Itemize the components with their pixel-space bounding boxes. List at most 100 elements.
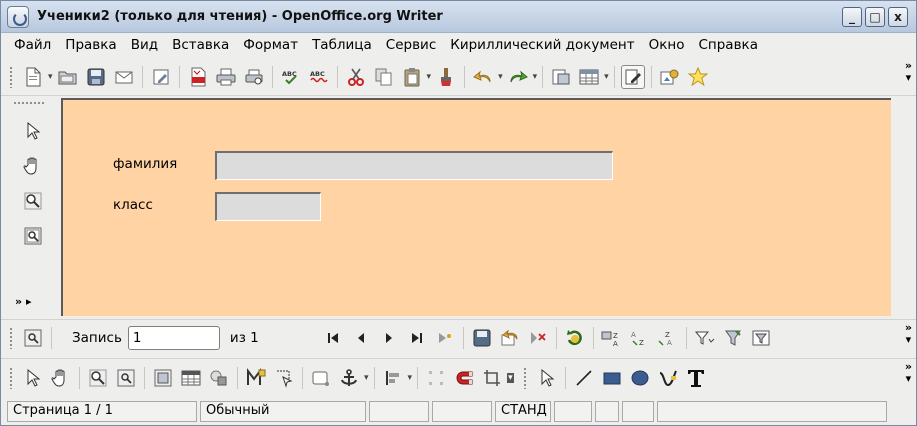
save-icon[interactable]: [84, 65, 108, 89]
autofilter-icon[interactable]: [693, 326, 717, 350]
toolbar-grip[interactable]: [522, 366, 527, 389]
align-icon[interactable]: [381, 366, 405, 390]
autospellcheck-icon[interactable]: ABC: [307, 65, 331, 89]
menu-insert[interactable]: Вставка: [165, 37, 236, 53]
undo-dropdown-icon[interactable]: ▾: [498, 72, 503, 82]
status-insert-mode[interactable]: [432, 401, 492, 422]
surname-field[interactable]: [215, 151, 613, 180]
text-icon[interactable]: [684, 366, 708, 390]
crop-icon[interactable]: [480, 366, 504, 390]
menu-format[interactable]: Формат: [236, 37, 305, 53]
points-icon[interactable]: [424, 366, 448, 390]
standard-filter-icon[interactable]: [749, 326, 773, 350]
menu-table[interactable]: Таблица: [305, 37, 379, 53]
menu-tools[interactable]: Сервис: [379, 37, 443, 53]
toolbar-overflow-icon[interactable]: » ▸: [15, 295, 31, 308]
frame-icon[interactable]: [309, 366, 333, 390]
gallery-icon[interactable]: [658, 65, 682, 89]
star-icon[interactable]: [686, 65, 710, 89]
select-arrow-icon[interactable]: [535, 366, 559, 390]
edit-file-icon[interactable]: [149, 65, 173, 89]
menu-window[interactable]: Окно: [642, 37, 692, 53]
openoffice-app-icon[interactable]: [7, 5, 29, 28]
toolbar-grip[interactable]: [9, 366, 13, 389]
redo-icon[interactable]: [506, 65, 530, 89]
hand-icon[interactable]: [49, 366, 73, 390]
toolbar-overflow-icon[interactable]: » ▾: [905, 322, 912, 346]
copy-icon[interactable]: [372, 65, 396, 89]
status-selection-mode[interactable]: СТАНД: [495, 401, 551, 422]
class-field[interactable]: [215, 192, 321, 221]
table-dropdown-icon[interactable]: ▾: [604, 72, 609, 82]
new-dropdown-icon[interactable]: ▾: [48, 72, 53, 82]
status-page-style[interactable]: Обычный: [200, 401, 366, 422]
status-object-info[interactable]: [622, 401, 654, 422]
maximize-button[interactable]: □: [865, 7, 885, 27]
title-bar[interactable]: Ученики2 (только для чтения) - OpenOffic…: [1, 1, 916, 33]
delete-record-icon[interactable]: [526, 326, 550, 350]
table-icon[interactable]: [179, 366, 203, 390]
curve-icon[interactable]: [656, 366, 680, 390]
anchor-icon[interactable]: [337, 366, 361, 390]
select-arrow-icon[interactable]: [21, 119, 45, 143]
hand-icon[interactable]: [21, 154, 45, 178]
status-zoom[interactable]: [657, 401, 887, 422]
table-icon[interactable]: [577, 65, 601, 89]
redo-dropdown-icon[interactable]: ▾: [533, 72, 538, 82]
toolbar-overflow-icon[interactable]: » ▾: [905, 60, 912, 84]
status-modified[interactable]: [554, 401, 592, 422]
first-record-icon[interactable]: [321, 326, 345, 350]
apply-filter-icon[interactable]: [721, 326, 745, 350]
menu-cyrillic-document[interactable]: Кириллический документ: [443, 37, 641, 53]
toolbar-grip[interactable]: [13, 101, 45, 105]
print-icon[interactable]: [214, 65, 238, 89]
menu-help[interactable]: Справка: [691, 37, 764, 53]
toolbar-grip[interactable]: [9, 326, 13, 349]
close-button[interactable]: x: [888, 7, 908, 27]
menu-view[interactable]: Вид: [124, 37, 165, 53]
zoom-icon[interactable]: [21, 189, 45, 213]
refresh-icon[interactable]: [563, 326, 587, 350]
paste-dropdown-icon[interactable]: ▾: [427, 72, 432, 82]
select-icon[interactable]: [21, 366, 45, 390]
save-record-icon[interactable]: [470, 326, 494, 350]
new-record-icon[interactable]: [433, 326, 457, 350]
open-folder-icon[interactable]: [56, 65, 80, 89]
new-document-icon[interactable]: [21, 65, 45, 89]
prev-record-icon[interactable]: [349, 326, 373, 350]
wrap-icon[interactable]: [244, 366, 268, 390]
sort-descending-icon[interactable]: AZ: [628, 326, 652, 350]
picture-icon[interactable]: [151, 366, 175, 390]
cut-icon[interactable]: [344, 65, 368, 89]
print-preview-icon[interactable]: [242, 65, 266, 89]
format-paintbrush-icon[interactable]: [434, 65, 458, 89]
document-page[interactable]: фамилия класс: [61, 98, 891, 316]
anchor-dropdown-icon[interactable]: ▾: [364, 373, 369, 383]
toolbar-grip[interactable]: [9, 65, 13, 88]
undo-record-icon[interactable]: [498, 326, 522, 350]
record-number-input[interactable]: [127, 325, 220, 350]
paste-icon[interactable]: [400, 65, 424, 89]
menu-file[interactable]: Файл: [7, 37, 58, 53]
undo-icon[interactable]: [471, 65, 495, 89]
status-page[interactable]: Страница 1 / 1: [7, 401, 197, 422]
navigator-icon[interactable]: [549, 65, 573, 89]
magnet-icon[interactable]: [452, 366, 476, 390]
menu-edit[interactable]: Правка: [58, 37, 123, 53]
rectangle-icon[interactable]: [600, 366, 624, 390]
group-icon[interactable]: [207, 366, 231, 390]
draw-functions-icon[interactable]: [620, 64, 645, 89]
status-language[interactable]: [369, 401, 429, 422]
line-icon[interactable]: [572, 366, 596, 390]
export-pdf-icon[interactable]: [186, 65, 210, 89]
contour-icon[interactable]: [272, 366, 296, 390]
form-zoom-icon[interactable]: [21, 326, 45, 350]
last-record-icon[interactable]: [405, 326, 429, 350]
form-zoom-icon[interactable]: [114, 366, 138, 390]
form-zoom-icon[interactable]: [21, 224, 45, 248]
sort-ascending-icon[interactable]: ZA: [600, 326, 624, 350]
align-dropdown-icon[interactable]: ▾: [408, 373, 413, 383]
spellcheck-icon[interactable]: ABC: [279, 65, 303, 89]
email-icon[interactable]: [112, 65, 136, 89]
zoom-icon[interactable]: [86, 366, 110, 390]
